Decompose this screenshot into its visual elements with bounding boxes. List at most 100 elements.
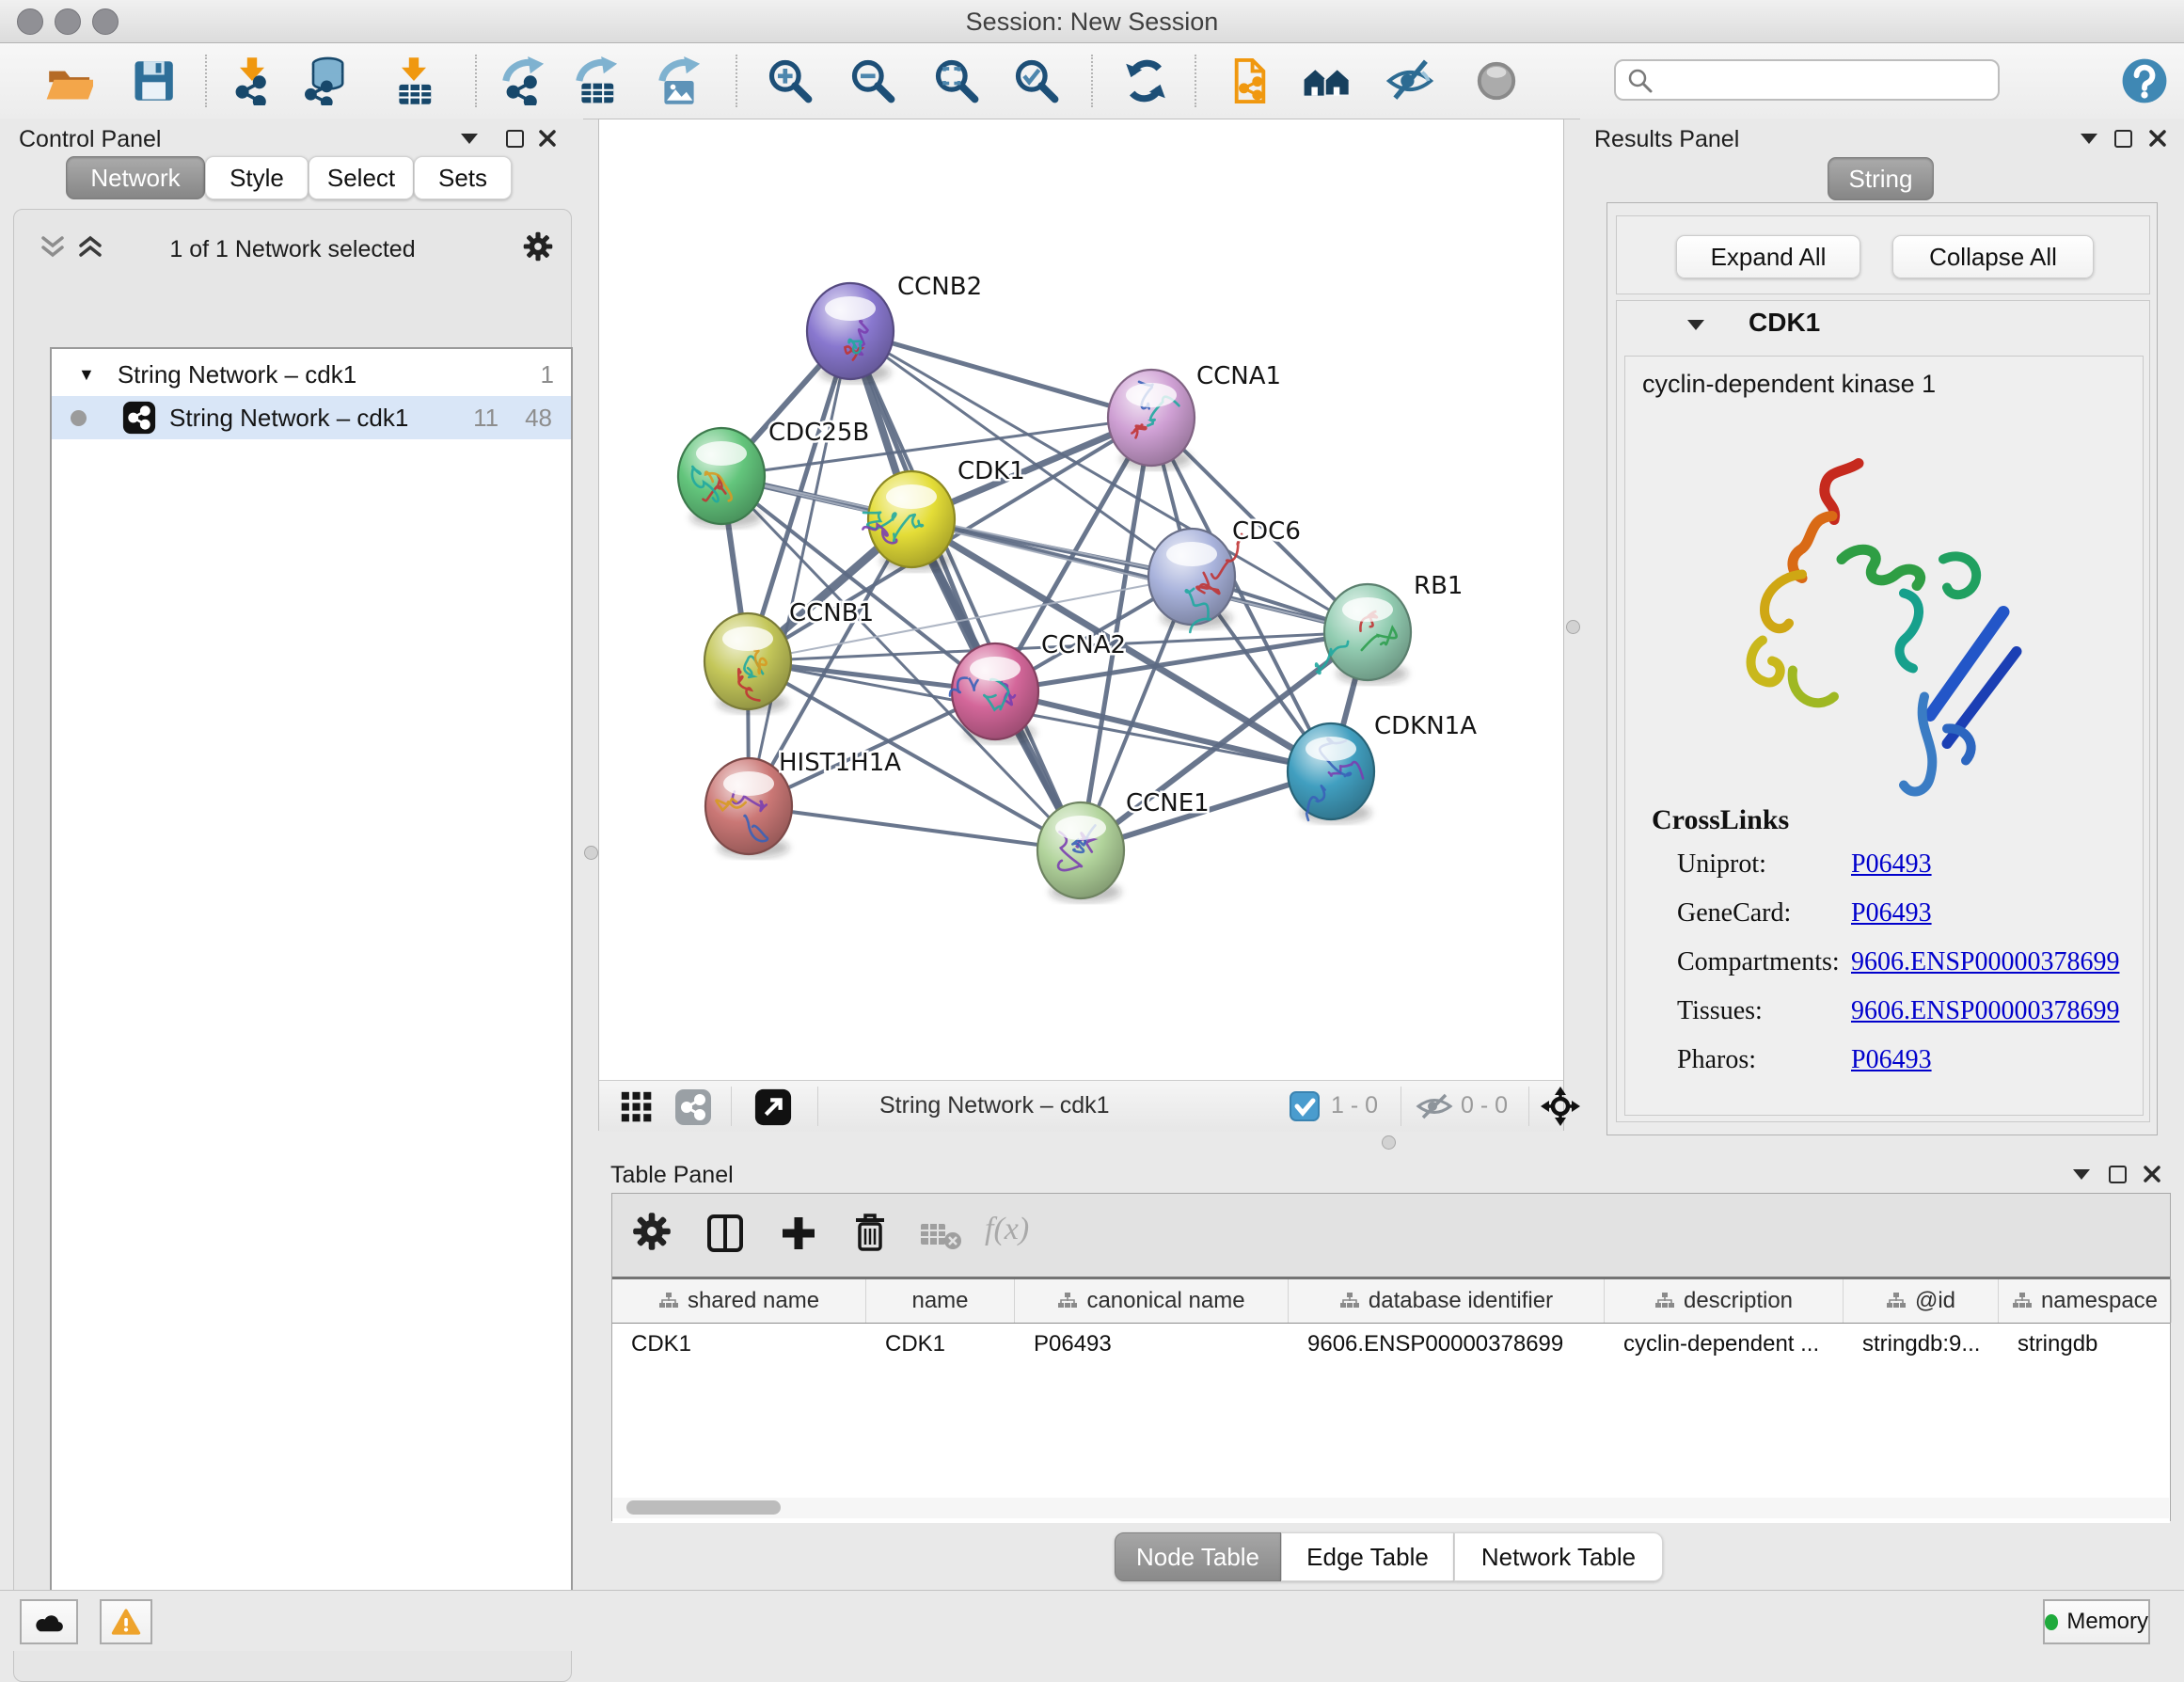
export-network-icon	[499, 56, 547, 105]
column-header--id[interactable]: @id	[1844, 1279, 1999, 1323]
column-header-description[interactable]: description	[1605, 1279, 1844, 1323]
export-table-button[interactable]	[570, 52, 623, 110]
maximize-panel-icon[interactable]	[2114, 130, 2132, 148]
show-columns-icon[interactable]	[704, 1213, 746, 1254]
import-network-from-database-button[interactable]	[299, 52, 352, 110]
search-input[interactable]	[1614, 59, 2000, 101]
column-header-namespace[interactable]: namespace	[1999, 1279, 2172, 1323]
close-panel-icon[interactable]	[538, 129, 557, 148]
network-canvas[interactable]: CCNB2CCNA1CDC25BCDK1CDC6RB1CCNB1CCNA2CDK…	[599, 119, 1563, 1079]
control-panel-title: Control Panel	[19, 126, 161, 153]
table-horizontal-scrollbar[interactable]	[613, 1498, 2169, 1518]
show-first-neighbors-button[interactable]	[1300, 52, 1353, 110]
network-options-gear-icon[interactable]	[522, 230, 554, 262]
network-node-CDC25B[interactable]	[678, 428, 765, 528]
network-edge-CCNB2-CCNA1[interactable]	[850, 331, 1151, 418]
crosslink-value-link[interactable]: 9606.ENSP00000378699	[1851, 947, 2119, 977]
import-network-from-file-button[interactable]	[226, 52, 278, 110]
network-node-CCNE1[interactable]	[1037, 802, 1124, 902]
tab-network[interactable]: Network	[66, 156, 205, 199]
table-row[interactable]: CDK1CDK1P064939606.ENSP00000378699cyclin…	[612, 1324, 2170, 1365]
network-node-CDC6[interactable]	[1148, 529, 1242, 632]
show-hidden-button[interactable]	[1470, 52, 1523, 110]
main-toolbar	[0, 43, 2184, 119]
float-panel-icon[interactable]	[461, 134, 478, 144]
column-header-database-identifier[interactable]: database identifier	[1289, 1279, 1605, 1323]
column-header-canonical-name[interactable]: canonical name	[1015, 1279, 1289, 1323]
crosslink-value-link[interactable]: P06493	[1851, 849, 1932, 880]
network-collection-row[interactable]: ▼ String Network – cdk1 1	[52, 353, 571, 396]
gene-description: cyclin-dependent kinase 1	[1642, 370, 1936, 399]
cloud-status-button[interactable]	[20, 1599, 78, 1644]
results-panel-title: Results Panel	[1594, 126, 1739, 153]
zoom-out-button[interactable]	[847, 52, 899, 110]
string-tools-icon[interactable]	[674, 1088, 712, 1126]
bottom-splitter-handle[interactable]	[1382, 1135, 1396, 1150]
network-row[interactable]: String Network – cdk1 11 48	[52, 396, 571, 439]
column-header-shared-name[interactable]: shared name	[612, 1279, 866, 1323]
collection-expand-arrow-icon[interactable]: ▼	[78, 365, 95, 385]
tab-select[interactable]: Select	[309, 156, 414, 199]
crosslink-label: Tissues:	[1677, 996, 1763, 1026]
node-label-CCNB2: CCNB2	[897, 273, 982, 301]
network-node-RB1[interactable]	[1316, 584, 1411, 684]
selected-nodes-checkbox-icon[interactable]	[1290, 1091, 1320, 1121]
open-in-string-icon[interactable]	[753, 1087, 793, 1127]
zoom-fit-content-icon	[932, 56, 981, 105]
network-edge-CCNB2-HIST1H1A[interactable]	[749, 331, 850, 806]
hide-selected-button[interactable]	[1384, 52, 1436, 110]
open-session-button[interactable]	[42, 52, 95, 110]
expand-all-button[interactable]: Expand All	[1676, 235, 1860, 278]
tab-string[interactable]: String	[1828, 157, 1934, 200]
create-column-plus-icon[interactable]	[778, 1213, 819, 1254]
collapse-all-button[interactable]: Collapse All	[1892, 235, 2094, 278]
gene-details-box: cyclin-dependent kinase 1	[1624, 356, 2144, 1116]
export-network-button[interactable]	[497, 52, 549, 110]
float-panel-icon[interactable]	[2081, 134, 2097, 144]
tab-node-table[interactable]: Node Table	[1115, 1532, 1281, 1581]
tab-edge-table[interactable]: Edge Table	[1281, 1532, 1454, 1581]
node-label-CCNB1: CCNB1	[789, 599, 874, 627]
float-panel-icon[interactable]	[2073, 1169, 2090, 1180]
zoom-fit-content-button[interactable]	[930, 52, 983, 110]
network-node-CCNA1[interactable]	[1108, 370, 1195, 469]
tab-network-table[interactable]: Network Table	[1454, 1532, 1663, 1581]
birds-eye-view-icon[interactable]	[620, 1090, 654, 1124]
crosslink-value-link[interactable]: P06493	[1851, 898, 1932, 928]
help-button[interactable]	[2118, 52, 2171, 110]
network-node-CCNB1[interactable]	[704, 613, 791, 713]
show-first-neighbors-icon	[1302, 56, 1351, 105]
maximize-panel-icon[interactable]	[2109, 1166, 2127, 1183]
collapse-gene-section-icon[interactable]	[1687, 320, 1704, 330]
warning-icon	[111, 1608, 141, 1636]
node-label-CDK1: CDK1	[957, 457, 1025, 485]
zoom-selected-button[interactable]	[1010, 52, 1063, 110]
crosslink-value-link[interactable]: 9606.ENSP00000378699	[1851, 996, 2119, 1026]
save-session-button[interactable]	[127, 52, 180, 110]
close-panel-icon[interactable]	[2148, 129, 2167, 148]
zoom-in-button[interactable]	[764, 52, 816, 110]
tab-sets[interactable]: Sets	[414, 156, 512, 199]
delete-column-trash-icon[interactable]	[849, 1211, 891, 1254]
memory-button[interactable]: Memory	[2043, 1599, 2150, 1644]
fit-selected-crosshair-icon[interactable]	[1540, 1086, 1581, 1127]
apply-preferred-layout-button[interactable]	[1119, 52, 1172, 110]
column-header-name[interactable]: name	[866, 1279, 1015, 1323]
right-splitter-handle[interactable]	[1566, 620, 1580, 634]
maximize-panel-icon[interactable]	[506, 130, 524, 148]
export-image-button[interactable]	[653, 52, 705, 110]
table-options-gear-icon[interactable]	[631, 1211, 673, 1252]
warnings-button[interactable]	[100, 1599, 152, 1644]
delete-table-icon-disabled	[919, 1220, 962, 1250]
close-panel-icon[interactable]	[2143, 1165, 2161, 1183]
share-document-button[interactable]	[1224, 52, 1276, 110]
scrollbar-thumb[interactable]	[626, 1500, 781, 1515]
network-edge-HIST1H1A-CCNE1[interactable]	[749, 806, 1081, 850]
left-splitter-handle[interactable]	[584, 846, 598, 860]
network-node-CDK1[interactable]	[863, 471, 955, 571]
toolbar-separator	[205, 55, 207, 107]
tab-style[interactable]: Style	[205, 156, 309, 199]
import-table-from-file-button[interactable]	[388, 52, 440, 110]
network-node-CDKN1A[interactable]	[1288, 723, 1374, 823]
crosslink-value-link[interactable]: P06493	[1851, 1045, 1932, 1075]
